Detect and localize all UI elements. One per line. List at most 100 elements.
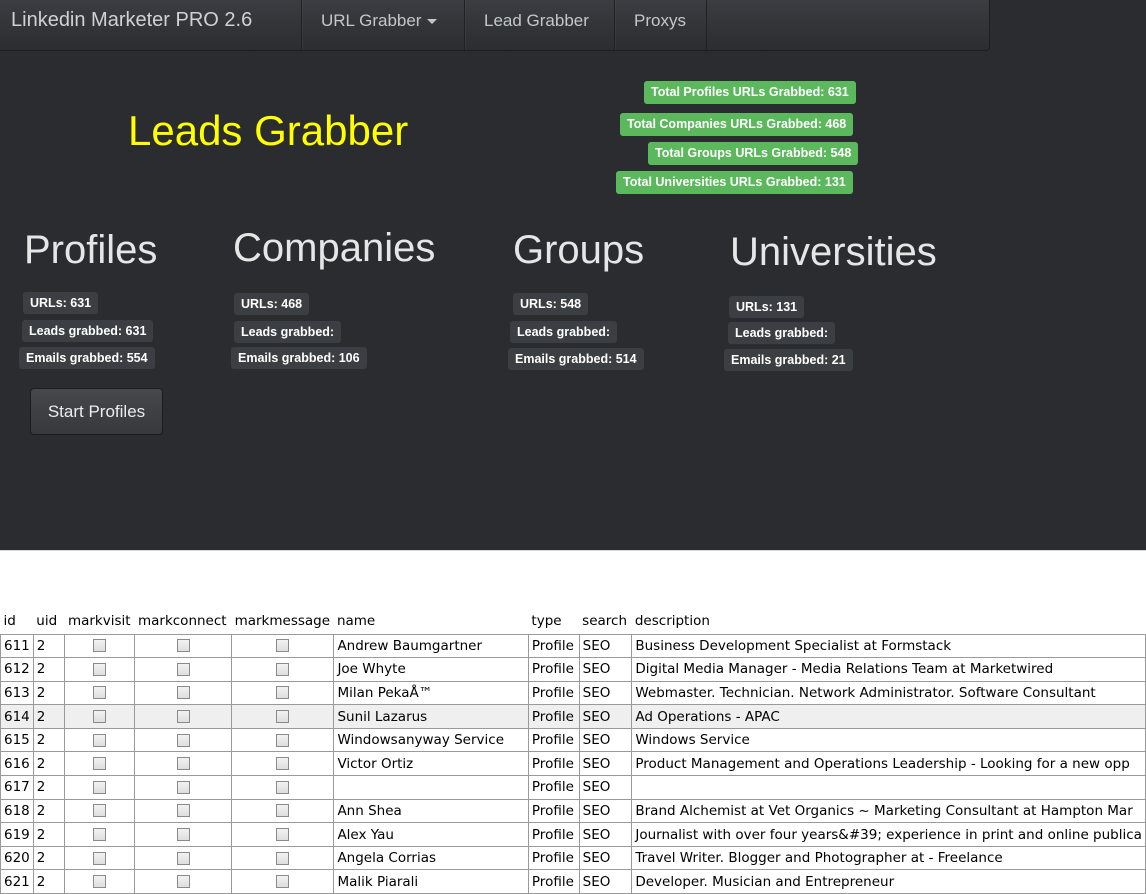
- markconnect-checkbox[interactable]: [176, 639, 190, 653]
- markvisit-checkbox[interactable]: [93, 757, 107, 771]
- nav-divider: [706, 0, 707, 50]
- col-header-markconnect[interactable]: markconnect: [135, 608, 232, 634]
- universities-urls-label: URLs: 131: [729, 296, 805, 318]
- markvisit-checkbox[interactable]: [93, 710, 107, 724]
- markmessage-checkbox[interactable]: [276, 875, 290, 889]
- cell-markconnect: [134, 869, 233, 894]
- cell-markmessage: [231, 657, 335, 682]
- markmessage-checkbox[interactable]: [276, 710, 290, 724]
- markvisit-checkbox[interactable]: [93, 851, 107, 865]
- cell-name: Sunil Lazarus: [333, 704, 529, 729]
- dashboard-panel: Linkedin Marketer PRO 2.6 URL Grabber Le…: [0, 0, 1146, 550]
- cell-search: SEO: [578, 775, 633, 800]
- nav-url-grabber[interactable]: URL Grabber: [301, 0, 456, 50]
- markvisit-checkbox[interactable]: [93, 662, 107, 676]
- markconnect-checkbox[interactable]: [176, 733, 190, 747]
- markmessage-checkbox[interactable]: [276, 639, 290, 653]
- table-row[interactable]: 616 2 Victor Ortiz Profile SEO Product Manage…: [0, 751, 1146, 777]
- markmessage-checkbox[interactable]: [276, 828, 290, 842]
- app-brand[interactable]: Linkedin Marketer PRO 2.6: [11, 9, 252, 32]
- markvisit-checkbox[interactable]: [93, 875, 107, 889]
- cell-markvisit: [64, 775, 136, 800]
- total-companies-badge: Total Companies URLs Grabbed: 468: [620, 113, 854, 136]
- cell-description: Windows Service: [631, 727, 1146, 753]
- markmessage-checkbox[interactable]: [276, 686, 290, 700]
- markconnect-checkbox[interactable]: [176, 780, 190, 794]
- cell-description: Business Development Specialist at Forms…: [631, 633, 1146, 659]
- table-row[interactable]: 618 2 Ann Shea Profile SEO Brand Alchemist at…: [0, 798, 1146, 824]
- cell-markmessage: [231, 680, 335, 706]
- table-row[interactable]: 612 2 Joe Whyte Profile SEO Digital Media Man…: [0, 657, 1146, 682]
- markconnect-checkbox[interactable]: [176, 804, 190, 818]
- companies-urls-label: URLs: 468: [234, 293, 310, 315]
- markvisit-checkbox[interactable]: [93, 733, 107, 747]
- nav-lead-grabber[interactable]: Lead Grabber: [464, 0, 608, 50]
- cell-search: SEO: [578, 704, 633, 729]
- cell-id: 611: [0, 633, 34, 659]
- markmessage-checkbox[interactable]: [276, 733, 290, 747]
- table-row[interactable]: 617 2 Profile SEO: [0, 775, 1146, 800]
- table-row[interactable]: 619 2 Alex Yau Profile SEO Journalist with ov…: [0, 822, 1146, 847]
- page-title: Leads Grabber: [128, 107, 409, 154]
- col-header-name[interactable]: name: [334, 608, 528, 634]
- cell-uid: 2: [32, 775, 66, 800]
- cell-description: Digital Media Manager - Media Relations …: [631, 657, 1146, 682]
- groups-urls-label: URLs: 548: [513, 293, 589, 315]
- cell-uid: 2: [32, 680, 66, 706]
- markconnect-checkbox[interactable]: [176, 757, 190, 771]
- markconnect-checkbox[interactable]: [176, 710, 190, 724]
- markvisit-checkbox[interactable]: [93, 780, 107, 794]
- markconnect-checkbox[interactable]: [176, 662, 190, 676]
- markvisit-checkbox[interactable]: [93, 804, 107, 818]
- profiles-leads-label: Leads grabbed: 631: [22, 320, 154, 342]
- cell-search: SEO: [578, 680, 633, 706]
- cell-markconnect: [134, 727, 233, 753]
- table-row[interactable]: 621 2 Malik Piarali Profile SEO Developer. Mu…: [0, 869, 1146, 894]
- markvisit-checkbox[interactable]: [93, 828, 107, 842]
- cell-id: 612: [0, 657, 34, 682]
- markconnect-checkbox[interactable]: [176, 828, 190, 842]
- cell-type: Profile: [527, 822, 580, 847]
- col-header-markvisit[interactable]: markvisit: [65, 608, 135, 634]
- col-header-markmessage[interactable]: markmessage: [232, 608, 334, 634]
- cell-markconnect: [134, 633, 233, 659]
- table-header-row: id uid markvisit markconnect markmessage…: [1, 608, 1146, 634]
- cell-type: Profile: [527, 798, 580, 824]
- cell-search: SEO: [578, 751, 633, 777]
- table-row[interactable]: 613 2 Milan PekaÅ™ Profile SEO Webmaster. Tec…: [0, 680, 1146, 706]
- cell-uid: 2: [32, 704, 66, 729]
- cell-description: Travel Writer. Blogger and Photographer …: [631, 845, 1146, 871]
- markconnect-checkbox[interactable]: [176, 686, 190, 700]
- col-header-description[interactable]: description: [632, 608, 1146, 634]
- table-row[interactable]: 614 2 Sunil Lazarus Profile SEO Ad Operations…: [0, 704, 1146, 729]
- col-header-type[interactable]: type: [528, 608, 579, 634]
- nav-proxys[interactable]: Proxys: [614, 0, 707, 50]
- markconnect-checkbox[interactable]: [176, 875, 190, 889]
- cell-uid: 2: [32, 657, 66, 682]
- cell-id: 613: [0, 680, 34, 706]
- col-header-uid[interactable]: uid: [33, 608, 65, 634]
- table-row[interactable]: 611 2 Andrew Baumgartner Profile SEO Business…: [0, 633, 1146, 659]
- caret-down-icon: [427, 19, 438, 25]
- markconnect-checkbox[interactable]: [176, 851, 190, 865]
- markmessage-checkbox[interactable]: [276, 851, 290, 865]
- markmessage-checkbox[interactable]: [276, 757, 290, 771]
- cell-uid: 2: [32, 822, 66, 847]
- col-header-search[interactable]: search: [579, 608, 632, 634]
- markmessage-checkbox[interactable]: [276, 662, 290, 676]
- cell-markconnect: [134, 775, 233, 800]
- markvisit-checkbox[interactable]: [93, 639, 107, 653]
- table-row[interactable]: 620 2 Angela Corrias Profile SEO Travel Write…: [0, 845, 1146, 871]
- start-profiles-button[interactable]: Start Profiles: [30, 388, 163, 435]
- table-row[interactable]: 615 2 Windowsanyway Service Profile SEO Windo…: [0, 727, 1146, 753]
- cell-markconnect: [134, 845, 233, 871]
- groups-emails-label: Emails grabbed: 514: [508, 348, 644, 370]
- cell-uid: 2: [32, 869, 66, 894]
- cell-type: Profile: [527, 775, 580, 800]
- markvisit-checkbox[interactable]: [93, 686, 107, 700]
- markmessage-checkbox[interactable]: [276, 780, 290, 794]
- profiles-title: Profiles: [24, 228, 158, 272]
- cell-type: Profile: [527, 680, 580, 706]
- col-header-id[interactable]: id: [1, 608, 34, 634]
- markmessage-checkbox[interactable]: [276, 804, 290, 818]
